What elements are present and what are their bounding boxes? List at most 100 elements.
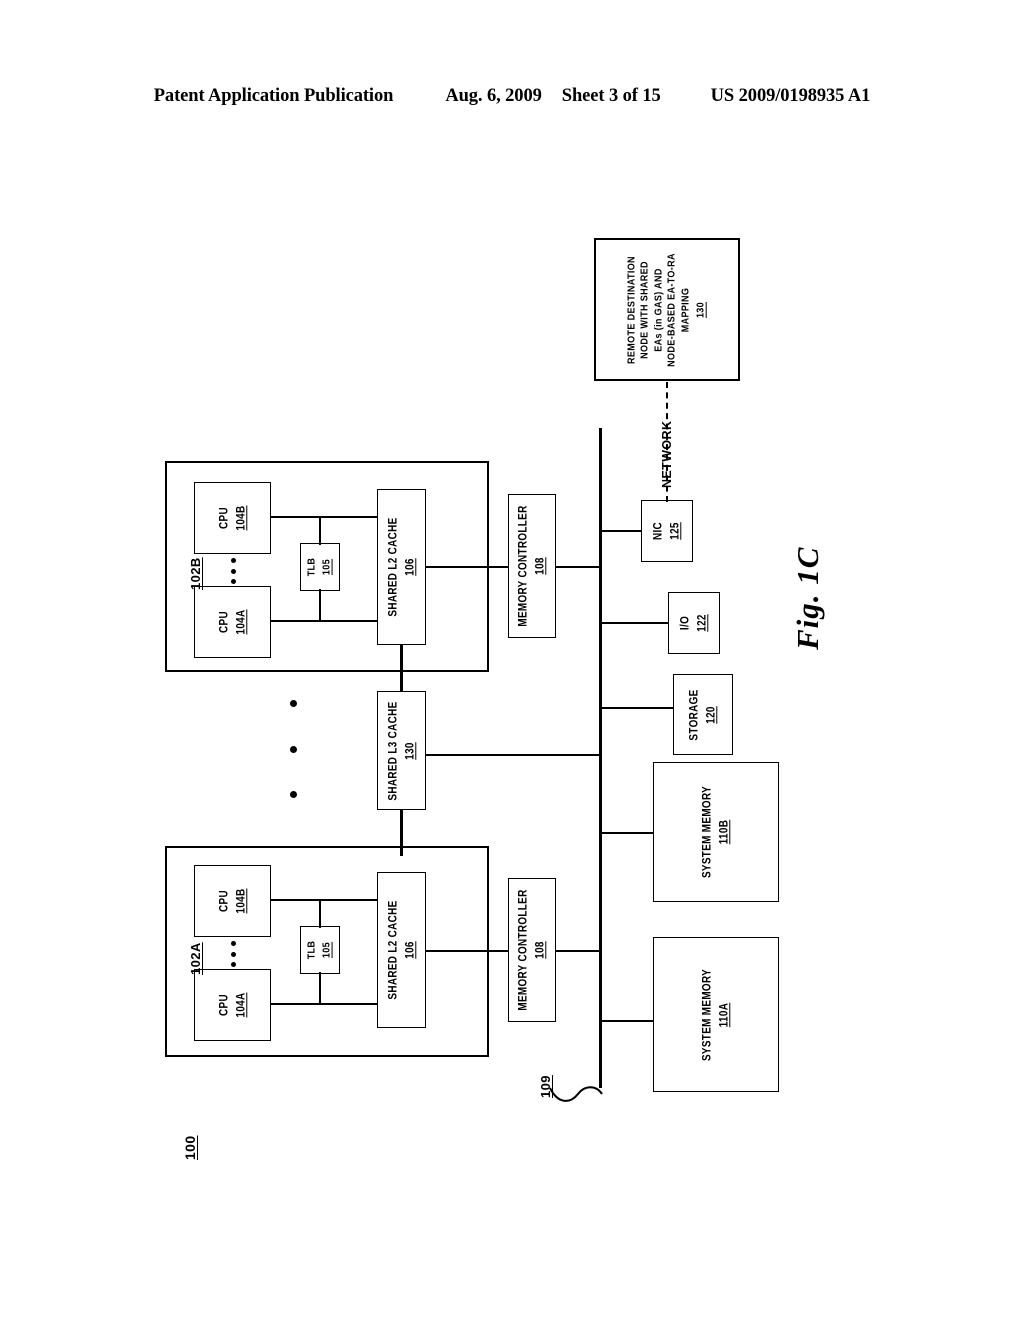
link-chip102a-to-memctrl bbox=[426, 950, 508, 952]
memory-controller-lower-block: MEMORY CONTROLLER 108 bbox=[508, 878, 556, 1022]
cpu-104a-upper-ref: 104A bbox=[234, 609, 247, 635]
shared-l2-cache-upper-text: SHARED L2 CACHE 106 bbox=[386, 517, 417, 616]
remote-destination-node-text: REMOTE DESTINATION NODE WITH SHARED EAs … bbox=[626, 253, 709, 367]
link-l3-to-bus bbox=[426, 754, 600, 756]
shared-l3-cache-text: SHARED L3 CACHE 130 bbox=[386, 701, 417, 800]
remote-node-ref: 130 bbox=[694, 301, 707, 318]
tlb-105-upper-block: TLB 105 bbox=[300, 543, 340, 591]
link-bus-to-nic bbox=[599, 530, 641, 532]
link-bus-to-sysmem-a bbox=[599, 1020, 653, 1022]
tlb-105-lower-text: TLB 105 bbox=[306, 941, 335, 960]
nic-text: NIC 125 bbox=[651, 522, 682, 540]
cpu-104b-upper-ref: 104B bbox=[234, 505, 247, 531]
cpu-104b-lower-label: CPU bbox=[217, 890, 230, 912]
link-tlb-bottom-upper bbox=[319, 589, 321, 622]
system-bus bbox=[599, 428, 602, 1088]
tlb-105-upper-ref: 105 bbox=[321, 558, 333, 576]
figure-caption: Fig. 1C bbox=[790, 546, 825, 650]
link-tlb-top-lower bbox=[319, 899, 321, 928]
cpu-ellipsis-102b bbox=[230, 558, 236, 584]
nic-block: NIC 125 bbox=[641, 500, 693, 562]
storage-block: STORAGE 120 bbox=[673, 674, 733, 755]
link-chip102b-to-memctrl bbox=[489, 566, 508, 568]
link-tlb-top-upper bbox=[319, 516, 321, 545]
cpu-104b-upper-text: CPU 104B bbox=[217, 505, 248, 530]
remote-line-5: MAPPING bbox=[679, 287, 692, 332]
nic-label: NIC bbox=[652, 521, 665, 541]
link-cpu104a-l2-lower bbox=[271, 1003, 377, 1005]
system-memory-110b-text: SYSTEM MEMORY 110B bbox=[700, 786, 731, 878]
cpu-104a-lower-ref: 104A bbox=[234, 992, 247, 1018]
cpu-104a-upper-text: CPU 104A bbox=[217, 609, 248, 634]
link-bus-to-sysmem-b bbox=[599, 832, 653, 834]
nic-ref: 125 bbox=[669, 522, 681, 540]
io-block: I/O 122 bbox=[668, 592, 720, 654]
memory-controller-lower-ref: 108 bbox=[534, 941, 546, 959]
link-l3-to-l2lower bbox=[400, 810, 403, 856]
remote-line-3: EAs (in GAS) AND bbox=[652, 267, 665, 352]
header-publication: Patent Application Publication bbox=[153, 86, 394, 106]
link-l2upper-to-l3 bbox=[400, 645, 403, 691]
shared-l2-cache-lower-label: SHARED L2 CACHE bbox=[386, 900, 399, 1000]
shared-l3-cache-label: SHARED L3 CACHE bbox=[386, 700, 399, 801]
shared-l2-cache-upper-ref: 106 bbox=[403, 558, 416, 576]
tlb-105-upper-label: TLB bbox=[305, 557, 318, 577]
system-memory-110b-label: SYSTEM MEMORY bbox=[701, 785, 714, 879]
cpu-ellipsis-102a bbox=[230, 941, 236, 967]
link-memctrl-lower-to-bus bbox=[556, 950, 600, 952]
system-memory-110b-ref: 110B bbox=[718, 819, 730, 845]
link-l2upper-right-stub bbox=[426, 566, 489, 568]
remote-destination-node-block: REMOTE DESTINATION NODE WITH SHARED EAs … bbox=[594, 238, 740, 381]
cpu-104b-lower-ref: 104B bbox=[234, 888, 247, 914]
cpu-104b-upper-label: CPU bbox=[217, 507, 230, 529]
remote-line-4: NODE-BASED EA-TO-RA bbox=[666, 252, 678, 367]
tlb-105-upper-text: TLB 105 bbox=[306, 558, 335, 577]
system-reference-label: 100 bbox=[182, 1135, 198, 1160]
page-header: Patent Application Publication Aug. 6, 2… bbox=[0, 86, 1024, 116]
shared-l2-cache-upper-block: SHARED L2 CACHE 106 bbox=[377, 489, 426, 645]
memory-controller-upper-text: MEMORY CONTROLLER 108 bbox=[516, 505, 547, 626]
link-memctrl-upper-to-bus bbox=[556, 566, 600, 568]
link-cpu104b-l2-upper bbox=[271, 516, 377, 518]
link-tlb-bottom-lower bbox=[319, 972, 321, 1005]
link-bus-to-io bbox=[599, 622, 668, 624]
memory-controller-lower-text: MEMORY CONTROLLER 108 bbox=[516, 889, 547, 1010]
system-memory-110b-block: SYSTEM MEMORY 110B bbox=[653, 762, 779, 902]
shared-l3-cache-block: SHARED L3 CACHE 130 bbox=[377, 691, 426, 810]
storage-text: STORAGE 120 bbox=[687, 689, 718, 740]
system-memory-110a-label: SYSTEM MEMORY bbox=[701, 968, 714, 1061]
cpu-104b-lower-block: CPU 104B bbox=[194, 865, 271, 937]
shared-l2-cache-upper-label: SHARED L2 CACHE bbox=[386, 517, 399, 617]
shared-l3-cache-ref: 130 bbox=[403, 741, 416, 760]
link-cpu104a-l2-upper bbox=[271, 620, 377, 622]
system-memory-110a-ref: 110A bbox=[718, 1002, 730, 1027]
cpu-104a-upper-block: CPU 104A bbox=[194, 586, 271, 658]
storage-ref: 120 bbox=[705, 705, 717, 724]
header-date: Aug. 6, 2009 bbox=[445, 86, 542, 106]
system-memory-110a-text: SYSTEM MEMORY 110A bbox=[700, 968, 731, 1060]
link-cpu104b-l2-lower bbox=[271, 899, 377, 901]
cpu-104a-lower-label: CPU bbox=[217, 994, 230, 1016]
chip-ellipsis bbox=[289, 700, 297, 798]
patent-figure-page: Patent Application Publication Aug. 6, 2… bbox=[0, 0, 1024, 1320]
io-label: I/O bbox=[679, 615, 692, 631]
tlb-105-lower-block: TLB 105 bbox=[300, 926, 340, 974]
remote-line-2: NODE WITH SHARED bbox=[639, 260, 652, 359]
cpu-104a-upper-label: CPU bbox=[217, 611, 230, 633]
tlb-105-lower-ref: 105 bbox=[321, 941, 333, 959]
header-sheet: Sheet 3 of 15 bbox=[561, 86, 661, 106]
link-bus-to-storage bbox=[599, 707, 673, 709]
shared-l2-cache-lower-ref: 106 bbox=[403, 941, 416, 959]
io-text: I/O 122 bbox=[678, 614, 709, 632]
network-label: NETWORK bbox=[660, 420, 674, 488]
memory-controller-lower-label: MEMORY CONTROLLER bbox=[517, 889, 530, 1011]
cpu-104b-lower-text: CPU 104B bbox=[217, 888, 248, 913]
tlb-105-lower-label: TLB bbox=[305, 940, 318, 960]
shared-l2-cache-lower-block: SHARED L2 CACHE 106 bbox=[377, 872, 426, 1028]
memory-controller-upper-block: MEMORY CONTROLLER 108 bbox=[508, 494, 556, 638]
system-memory-110a-block: SYSTEM MEMORY 110A bbox=[653, 937, 779, 1092]
io-ref: 122 bbox=[696, 614, 708, 632]
cpu-104a-lower-block: CPU 104A bbox=[194, 969, 271, 1041]
storage-label: STORAGE bbox=[688, 688, 701, 741]
memory-controller-upper-ref: 108 bbox=[534, 557, 546, 575]
